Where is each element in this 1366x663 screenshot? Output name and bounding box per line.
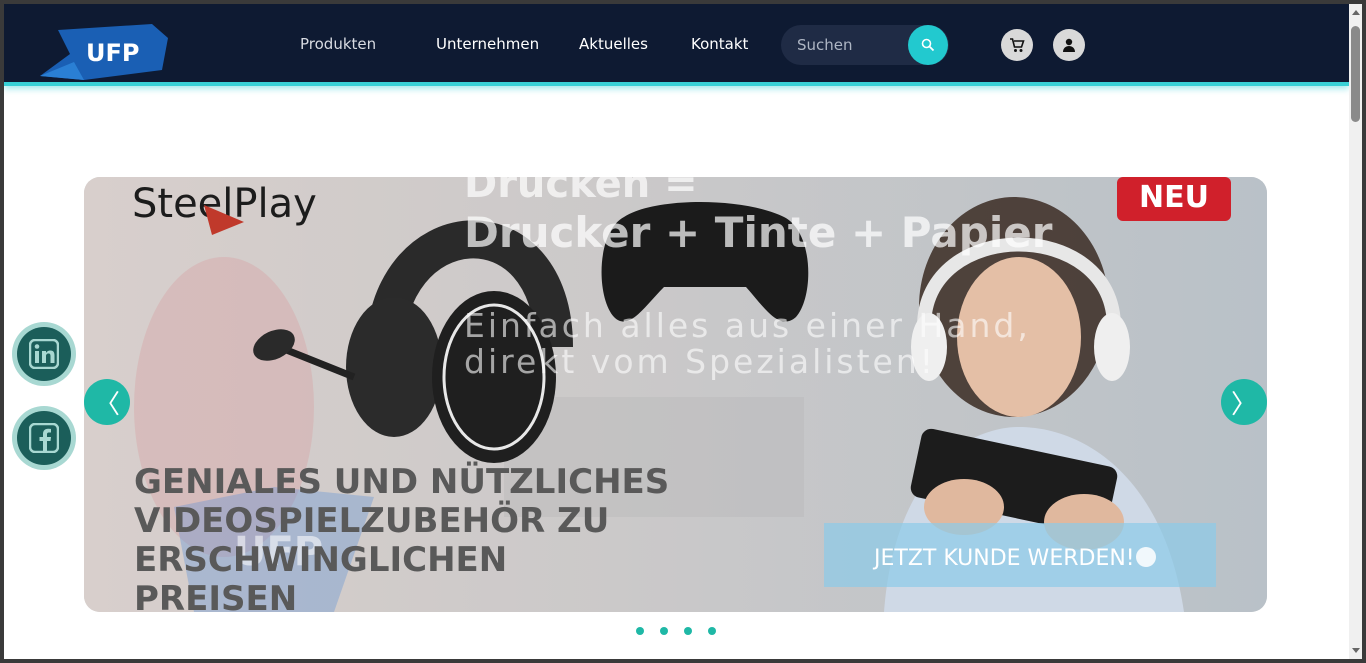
back-headline-1: Drucken = [464, 177, 698, 207]
scroll-down-arrow[interactable] [1352, 648, 1360, 653]
carousel-dot-2[interactable] [660, 627, 668, 635]
back-subline-2: direkt vom Spezialisten! [464, 342, 936, 381]
cart-button[interactable] [1001, 29, 1033, 61]
back-subline-1: Einfach alles aus einer Hand, [464, 306, 1031, 345]
search-input[interactable] [797, 35, 907, 55]
user-icon [1063, 38, 1075, 52]
front-headline-1: GENIALES UND NÜTZLICHES [134, 461, 669, 502]
nav-produkten[interactable]: Produkten [300, 35, 376, 53]
linkedin-button[interactable] [12, 322, 76, 386]
carousel-dot-1[interactable] [636, 627, 644, 635]
search-icon [921, 38, 935, 52]
back-headline-2: Drucker + Tinte + Papier [464, 208, 1053, 257]
cart-icon [1010, 37, 1025, 52]
nav-kontakt[interactable]: Kontakt [691, 35, 748, 53]
scrollbar-thumb[interactable] [1351, 26, 1360, 122]
search-button[interactable] [908, 25, 948, 65]
cta-label: JETZT KUNDE WERDEN! [872, 546, 1135, 571]
ufp-logo[interactable]: UFP [40, 24, 170, 86]
logo-text: UFP [86, 39, 139, 67]
front-headline-4: PREISEN [134, 579, 297, 612]
front-headline-3: ERSCHWINGLICHEN [134, 540, 507, 580]
hero-carousel: NEU Drucken = Drucker + Tinte + Papier E… [84, 177, 1267, 612]
top-navigation: UFP Produkten Unternehmen Aktuelles Kont… [4, 4, 1349, 86]
neu-badge-text: NEU [1139, 180, 1209, 215]
carousel-indicators [636, 627, 716, 635]
nav-aktuelles[interactable]: Aktuelles [579, 35, 648, 53]
nav-unternehmen[interactable]: Unternehmen [436, 35, 539, 53]
account-button[interactable] [1053, 29, 1085, 61]
facebook-icon [29, 423, 59, 453]
carousel-dot-4[interactable] [708, 627, 716, 635]
linkedin-icon [29, 339, 59, 369]
carousel-dot-3[interactable] [684, 627, 692, 635]
carousel-next-button[interactable]: 〉 [1221, 379, 1267, 425]
search-bar [781, 25, 949, 65]
front-headline-2: VIDEOSPIELZUBEHÖR ZU [134, 500, 609, 541]
hero-slide-image: NEU Drucken = Drucker + Tinte + Papier E… [84, 177, 1267, 612]
carousel-prev-button[interactable]: 〈 [84, 379, 130, 425]
browser-viewport: UFP Produkten Unternehmen Aktuelles Kont… [4, 4, 1349, 659]
facebook-button[interactable] [12, 406, 76, 470]
scroll-up-arrow[interactable] [1352, 10, 1360, 15]
vertical-scrollbar[interactable] [1349, 4, 1362, 659]
